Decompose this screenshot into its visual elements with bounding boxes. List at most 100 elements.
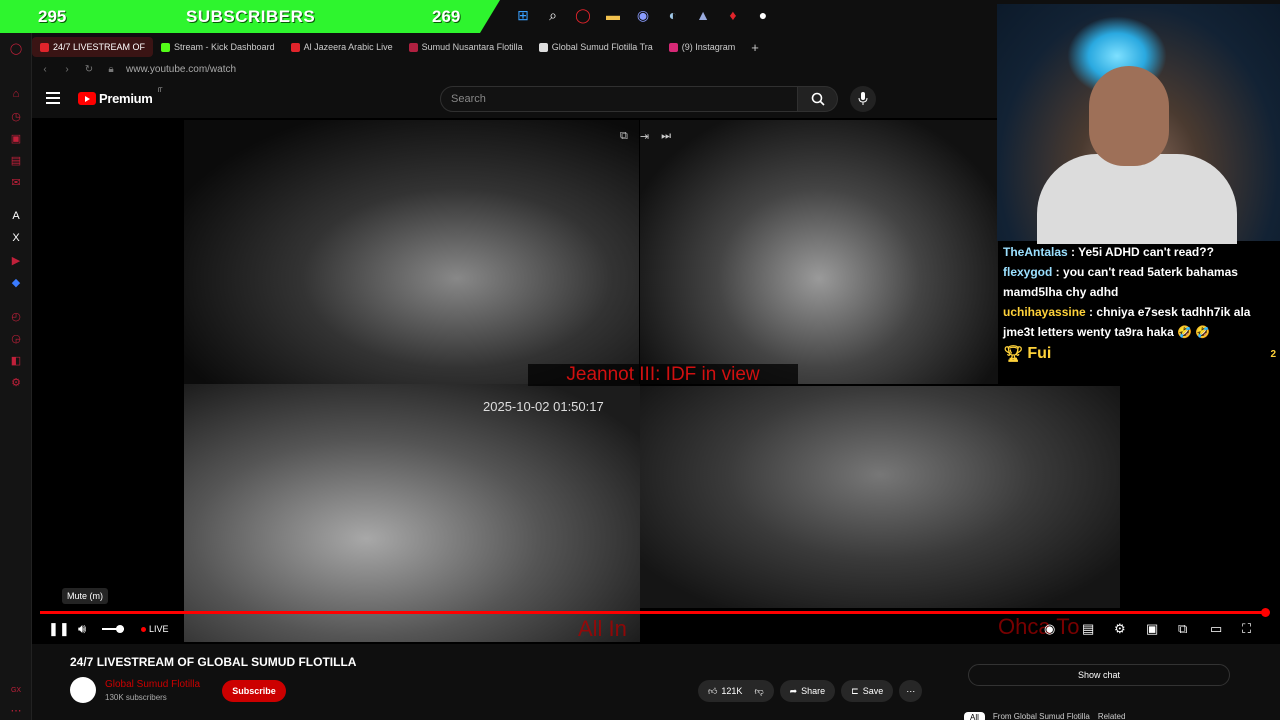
bookmark-icon: ⊏ (851, 685, 859, 696)
volume-icon[interactable]: 🔊︎ (78, 621, 86, 637)
theater-icon[interactable]: ▭ (1210, 621, 1222, 637)
tab-flotilla-tracker[interactable]: Global Sumud Flotilla Tra (531, 37, 661, 57)
subscribe-button[interactable]: Subscribe (222, 680, 286, 702)
tab-label: Sumud Nusantara Flotilla (421, 42, 523, 52)
video-timestamp: 2025-10-02 01:50:17 (483, 399, 604, 414)
maps-icon[interactable]: ♦ (722, 4, 744, 26)
browser-sidebar: ◯ ⌂ ◷ ▣ ▤ ✉ A X ▶ ◆ ◴ ◶ ◧ ⚙ GX ⋯ (0, 33, 32, 720)
tab-kick[interactable]: Stream - Kick Dashboard (153, 37, 283, 57)
search-button[interactable] (798, 86, 838, 112)
live-dot (141, 626, 146, 632)
more-actions-button[interactable]: ⋯ (899, 680, 923, 702)
channel-subscribers: 130K subscribers (105, 693, 167, 702)
timer-icon[interactable]: ◶ (9, 331, 23, 345)
forward-icon[interactable]: › (58, 64, 76, 75)
streamer-face (1089, 66, 1169, 166)
more-icon[interactable]: ⋯ (9, 703, 23, 717)
dislike-icon[interactable]: 👎︎ (754, 686, 763, 697)
tab-aljazeera[interactable]: Al Jazeera Arabic Live (283, 37, 401, 57)
pinned-label: 🏆︎ Fui 2 (999, 342, 1280, 366)
youtube-play-icon (78, 92, 96, 105)
discord-icon[interactable]: ◉ (632, 4, 654, 26)
autoplay-toggle[interactable]: ◉ (1044, 621, 1055, 637)
channel-avatar[interactable] (70, 677, 96, 703)
steam-icon[interactable]: ◐ (662, 4, 684, 26)
mail-icon[interactable]: ✉ (9, 175, 23, 189)
youtube-icon[interactable]: ▶ (9, 253, 23, 267)
fullscreen-icon[interactable]: ⛶ (1242, 621, 1251, 637)
progress-bar[interactable] (40, 608, 1270, 617)
more-icon: ⋯ (906, 685, 916, 696)
settings-icon[interactable]: ⚙ (9, 375, 23, 389)
voice-search-button[interactable] (850, 86, 876, 112)
x-icon[interactable]: X (9, 231, 23, 245)
cube-icon[interactable]: ◧ (9, 353, 23, 367)
folder-icon[interactable]: ▬ (602, 4, 624, 26)
windows-icon[interactable]: ⊞ (512, 4, 534, 26)
show-chat-button[interactable]: Show chat (968, 664, 1230, 686)
volume-slider[interactable] (102, 625, 124, 633)
chat-message: TheAntalas : Ye5i ADHD can't read?? (1003, 245, 1214, 259)
app-icon[interactable]: ▲ (692, 4, 714, 26)
like-button[interactable]: 👍︎ 121K 👎︎ (698, 680, 774, 702)
share-icon[interactable]: ⇥ (640, 130, 649, 143)
camera-feed-1 (184, 120, 639, 384)
camera-feed-3 (184, 384, 640, 642)
mic-icon (858, 92, 868, 105)
thumbs-up-icon: 👍︎ (708, 685, 718, 696)
new-tab-button[interactable]: + (743, 37, 767, 57)
opera-icon[interactable]: ◯ (9, 41, 23, 55)
channel-name[interactable]: Global Sumud Flotilla (105, 679, 200, 690)
youtube-logo[interactable]: Premium IT (78, 88, 163, 106)
chat-icon[interactable]: ▤ (9, 153, 23, 167)
captions-icon[interactable]: ▤ (1082, 621, 1094, 637)
player-controls: ❚❚ 🔊︎ LIVE ◉ ▤ ⚙ ▣ ⧉ ▭ ⛶ (32, 618, 1280, 642)
chat-text: Ye5i ADHD can't read?? (1078, 245, 1214, 259)
pause-icon[interactable]: ❚❚ (48, 621, 70, 637)
mute-tooltip: Mute (m) (62, 588, 108, 604)
instagram-tab-icon (668, 42, 678, 52)
triangle-tab-icon (538, 42, 548, 52)
url-text[interactable]: www.youtube.com/watch (126, 64, 236, 75)
taskbar-icons: ⊞ ⌕ ◯ ▬ ◉ ◐ ▲ ♦ ● (512, 4, 774, 26)
tab-instagram[interactable]: (9) Instagram (661, 37, 744, 57)
miniplayer-icon[interactable]: ⧉ (620, 130, 628, 143)
clock-icon[interactable]: ◷ (9, 109, 23, 123)
shield-icon[interactable]: ◆ (9, 275, 23, 289)
gx-icon[interactable]: GX (9, 683, 23, 697)
opera-icon[interactable]: ◯ (572, 4, 594, 26)
pip-icon[interactable]: ⧉ (1178, 621, 1187, 637)
tab-livestream[interactable]: 24/7 LIVESTREAM OF (32, 37, 154, 57)
tab-label: 24/7 LIVESTREAM OF (53, 42, 146, 52)
chat-username: TheAntalas (1003, 245, 1068, 259)
live-badge[interactable]: LIVE (141, 624, 169, 634)
lock-icon: 🔒︎ (108, 63, 114, 75)
pinned-text: Fui (1027, 345, 1052, 362)
tab-sumud-nusantara[interactable]: Sumud Nusantara Flotilla (401, 37, 531, 57)
screen: 295 SUBSCRIBERS 269 ⊞ ⌕ ◯ ▬ ◉ ◐ ▲ ♦ ● ◯ … (0, 0, 1280, 720)
kick-icon[interactable]: A (9, 209, 23, 223)
obs-icon[interactable]: ● (752, 4, 774, 26)
chip-all[interactable]: All (964, 712, 985, 720)
save-label: Save (862, 686, 884, 696)
miniplayer-icon[interactable]: ▣ (1146, 621, 1158, 637)
settings-icon[interactable]: ⚙ (1114, 621, 1126, 637)
skip-icon[interactable]: ⏭ (661, 130, 671, 143)
youtube-tab-icon (40, 42, 49, 52)
video-title: 24/7 LIVESTREAM OF GLOBAL SUMUD FLOTILLA (70, 655, 357, 669)
menu-icon[interactable] (46, 92, 60, 104)
save-button[interactable]: ⊏ Save (841, 680, 894, 702)
back-icon[interactable]: ‹ (36, 64, 54, 75)
search-input[interactable]: Search (440, 86, 798, 112)
bag-icon[interactable]: ▣ (9, 131, 23, 145)
subscriber-goal-bar: 295 SUBSCRIBERS 269 (0, 0, 500, 33)
home-icon[interactable]: ⌂ (9, 87, 23, 101)
history-icon[interactable]: ◴ (9, 309, 23, 323)
chip-related[interactable]: Related (1098, 712, 1126, 720)
chip-channel[interactable]: From Global Sumud Flotilla (993, 712, 1090, 720)
related-chips: All From Global Sumud Flotilla Related (964, 712, 1125, 720)
share-button[interactable]: ➦ Share (779, 680, 836, 702)
search-icon[interactable]: ⌕ (542, 4, 564, 26)
subs-count-right: 269 (432, 6, 461, 26)
reload-icon[interactable]: ↻ (80, 64, 98, 75)
